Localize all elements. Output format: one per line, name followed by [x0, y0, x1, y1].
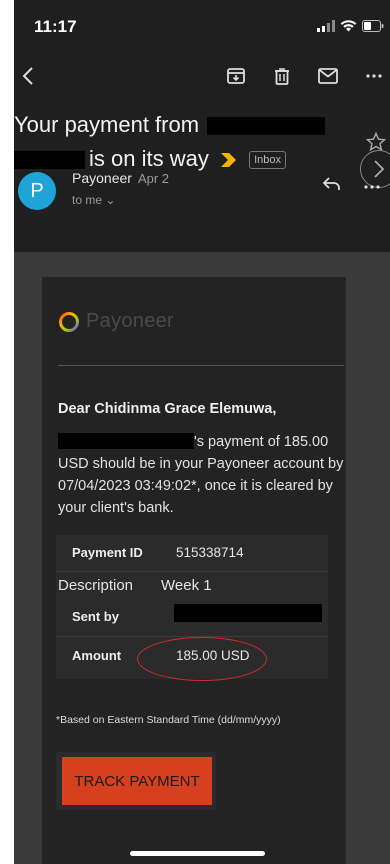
status-bar: 11:17: [14, 0, 390, 52]
wifi-icon: [340, 20, 357, 32]
sent-by-row: Sent by: [56, 599, 328, 635]
amount-highlight-circle: [137, 637, 267, 681]
signal-icon: [317, 19, 335, 32]
back-button[interactable]: [16, 64, 40, 88]
redacted-name: [14, 151, 85, 170]
payment-message: 's payment of 185.00 USD should be in yo…: [58, 431, 348, 519]
description-value: Week 1: [161, 577, 212, 594]
reply-icon: [322, 177, 340, 190]
payment-id-value: 515338714: [176, 545, 244, 560]
mail-icon: [318, 68, 338, 84]
description-row: Description Week 1: [56, 571, 328, 601]
logo-text: Payoneer: [86, 310, 175, 332]
amount-label: Amount: [72, 648, 122, 663]
track-payment-button[interactable]: TRACK PAYMENT: [62, 757, 212, 805]
timezone-footnote: *Based on Eastern Standard Time (dd/mm/y…: [56, 714, 281, 726]
email-body: Payoneer Dear Chidinma Grace Elemuwa, 's…: [14, 252, 390, 864]
sender-more-button[interactable]: [364, 176, 380, 194]
gmail-screen: 11:17 Your payment from is on its way In…: [14, 0, 390, 864]
status-icons: [317, 19, 384, 32]
subject-prefix: Your payment from: [14, 112, 200, 137]
archive-icon: [227, 68, 245, 84]
more-icon: [366, 74, 382, 78]
redacted-name: [174, 604, 322, 622]
archive-button[interactable]: [224, 64, 248, 88]
payoneer-card: Payoneer Dear Chidinma Grace Elemuwa, 's…: [42, 277, 346, 864]
inbox-label-badge[interactable]: Inbox: [249, 151, 286, 170]
more-icon: [364, 185, 380, 189]
chevron-left-icon: [22, 67, 33, 85]
track-button-container: TRACK PAYMENT: [56, 752, 216, 810]
sender-row: P Payoneer Apr 2 to me ⌄: [14, 168, 390, 228]
status-time: 11:17: [34, 17, 77, 36]
sender-date: Apr 2: [137, 171, 170, 186]
sender-name[interactable]: Payoneer Apr 2: [72, 170, 169, 186]
payoneer-logo-icon: [59, 311, 79, 332]
greeting: Dear Chidinma Grace Elemuwa,: [58, 401, 277, 417]
sender-name-text: Payoneer: [72, 170, 132, 186]
payoneer-logo: Payoneer: [58, 310, 174, 333]
recipient-details-toggle[interactable]: to me ⌄: [72, 193, 115, 207]
home-indicator[interactable]: [130, 851, 265, 856]
important-marker-icon: [220, 153, 236, 168]
battery-icon: [362, 19, 384, 32]
more-options-button[interactable]: [362, 64, 386, 88]
payment-id-row: Payment ID 515338714: [56, 535, 328, 571]
divider: [58, 365, 344, 366]
payment-id-label: Payment ID: [72, 545, 143, 560]
redacted-name: [58, 433, 194, 449]
subject-line-1: Your payment from: [14, 108, 369, 142]
avatar[interactable]: P: [18, 172, 56, 210]
reply-button[interactable]: [322, 176, 342, 197]
sent-by-label: Sent by: [72, 609, 119, 624]
mark-unread-button[interactable]: [316, 64, 340, 88]
message-toolbar: [14, 58, 390, 94]
email-subject: Your payment from is on its way Inbox: [14, 108, 369, 176]
trash-icon: [275, 68, 289, 85]
description-label: Description: [58, 577, 134, 594]
delete-button[interactable]: [270, 64, 294, 88]
redacted-name: [207, 117, 326, 136]
star-icon: [365, 131, 387, 152]
